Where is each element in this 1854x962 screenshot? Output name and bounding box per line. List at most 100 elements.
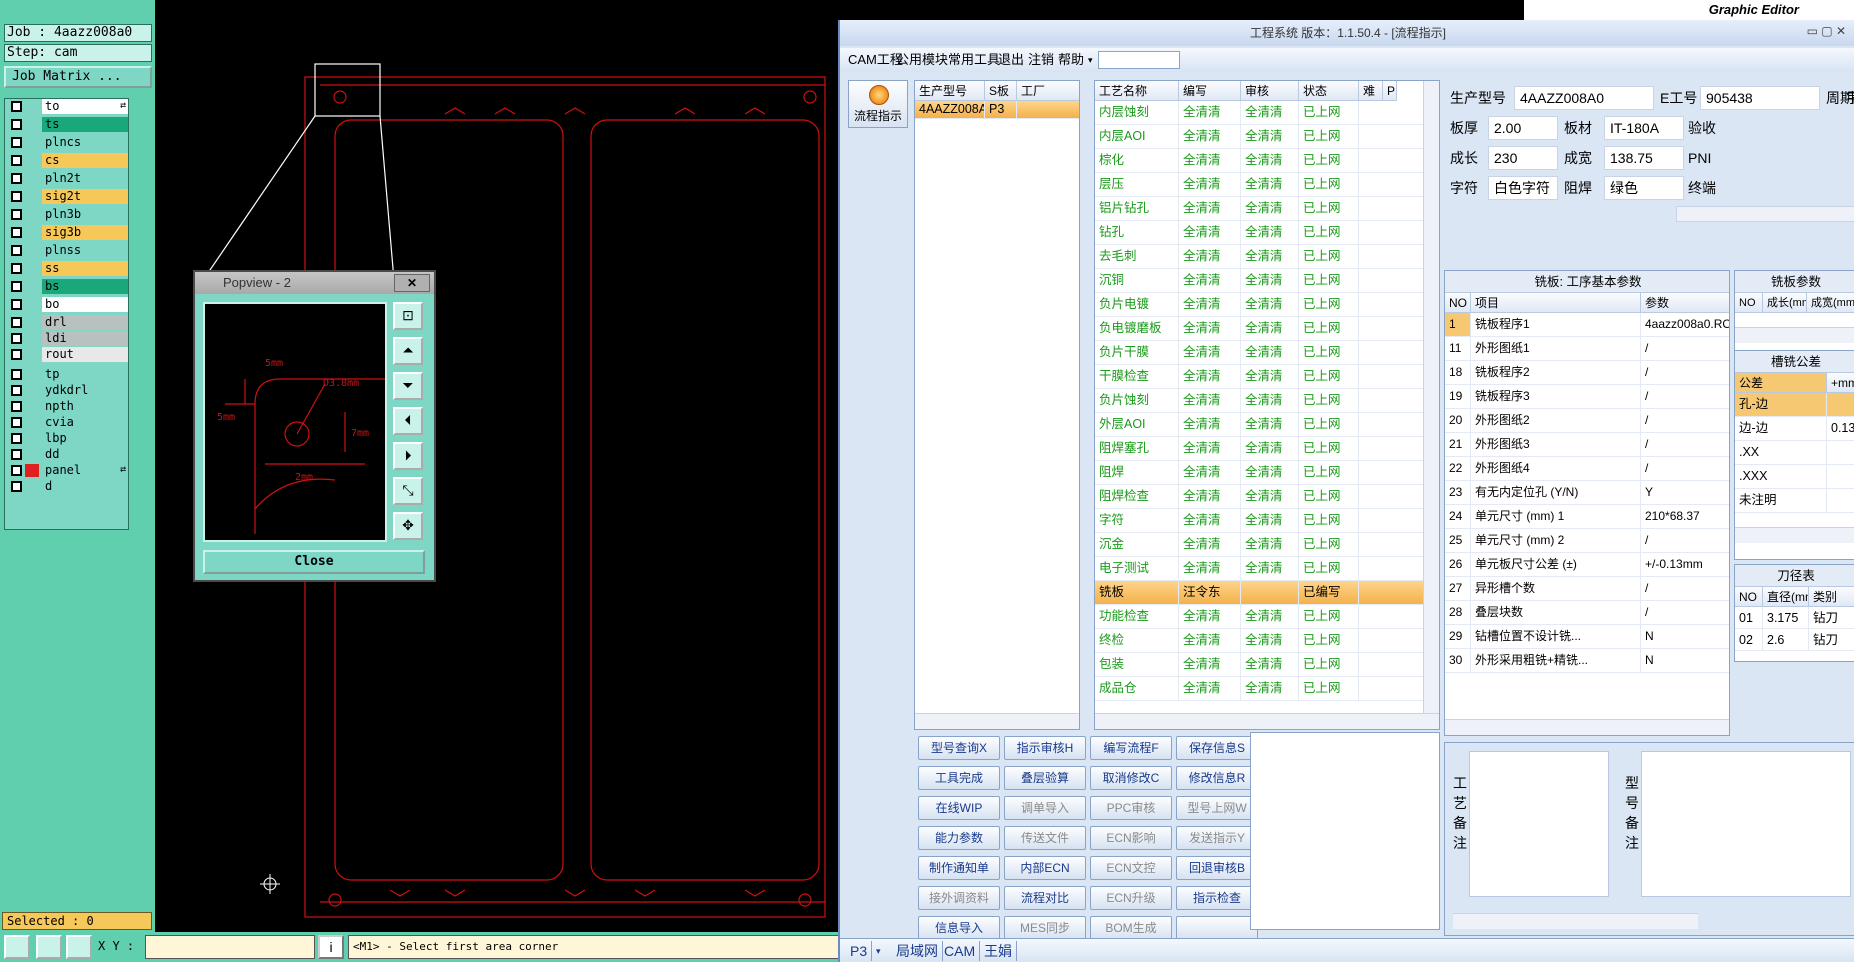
info-icon[interactable]: i [318, 935, 344, 959]
process-row[interactable]: 沉金 全清清 全清清 已上网 [1095, 533, 1439, 557]
menu-combo[interactable] [1098, 51, 1180, 69]
layer-row-plnss[interactable]: plnss [7, 243, 128, 258]
layer-row-rout[interactable]: rout [7, 347, 128, 362]
process-grid-header[interactable]: 状态 [1299, 81, 1359, 101]
action-button[interactable]: 型号查询X [918, 736, 1000, 760]
process-row[interactable]: 阻焊塞孔 全清清 全清清 已上网 [1095, 437, 1439, 461]
layer-row-d[interactable]: d [7, 479, 128, 494]
process-row[interactable]: 内层AOI 全清清 全清清 已上网 [1095, 125, 1439, 149]
mill-row[interactable]: 24 单元尺寸 (mm) 1 210*68.37 [1445, 505, 1729, 529]
action-button[interactable]: 修改信息R [1176, 766, 1258, 790]
close-icon[interactable]: ✕ [394, 274, 430, 292]
process-row[interactable]: 负电镀磨板 全清清 全清清 已上网 [1095, 317, 1439, 341]
process-row[interactable]: 负片干膜 全清清 全清清 已上网 [1095, 341, 1439, 365]
popview-viewport[interactable]: D3.8mm 5mm 7mm 2mm 5mm [203, 302, 387, 542]
layer-name[interactable]: panel ⇄ [42, 463, 128, 478]
process-row[interactable]: 成品仓 全清清 全清清 已上网 [1095, 677, 1439, 701]
info-value-eno[interactable]: 905438 [1700, 86, 1820, 110]
tab-dropdown-icon[interactable]: ▾ [872, 941, 885, 961]
process-grid-header[interactable]: 编写 [1179, 81, 1241, 101]
slot-row[interactable]: 孔-边 [1735, 393, 1854, 417]
layer-name[interactable]: lbp [42, 431, 128, 446]
action-button[interactable]: 制作通知单 [918, 856, 1000, 880]
pan-left-icon[interactable]: ⏴ [393, 407, 423, 435]
layer-name[interactable]: d [42, 479, 128, 494]
action-button[interactable]: 接外调资料 [918, 886, 1000, 910]
slot-header[interactable]: +mm [1827, 373, 1854, 393]
layer-checkbox[interactable] [11, 433, 22, 444]
process-row[interactable]: 外层AOI 全清清 全清清 已上网 [1095, 413, 1439, 437]
process-grid-header[interactable]: P [1383, 81, 1397, 101]
action-button[interactable]: PPC审核 [1090, 796, 1172, 820]
layer-checkbox[interactable] [11, 209, 22, 220]
process-row[interactable]: 负片电镀 全清清 全清清 已上网 [1095, 293, 1439, 317]
window-controls[interactable]: ▭ ▢ ✕ [1807, 24, 1846, 38]
info-value-model[interactable]: 4AAZZ008A0 [1514, 86, 1654, 110]
process-row[interactable]: 电子测试 全清清 全清清 已上网 [1095, 557, 1439, 581]
tab-0[interactable]: P3 [846, 941, 873, 961]
mill-row[interactable]: 18 铣板程序2/ [1445, 361, 1729, 385]
zoom-in-icon[interactable]: ✥ [393, 512, 423, 540]
layer-name[interactable]: to ⇄ [42, 99, 128, 114]
measure-tool-icon[interactable] [36, 935, 62, 959]
slot-row[interactable]: .XX [1735, 441, 1854, 465]
layer-checkbox[interactable] [11, 385, 22, 396]
layer-row-bo[interactable]: bo [7, 297, 128, 312]
layer-name[interactable]: tp [42, 367, 128, 382]
mill-row[interactable]: 19 铣板程序3/ [1445, 385, 1729, 409]
layer-checkbox[interactable] [11, 369, 22, 380]
menu-4[interactable]: 注销 [1028, 48, 1054, 72]
xy-input[interactable] [145, 935, 315, 959]
layer-name[interactable]: ts [42, 117, 128, 132]
info-value-wid[interactable]: 138.75 [1604, 146, 1684, 170]
layer-row-bs[interactable]: bs [7, 279, 128, 294]
mill-row[interactable]: 23 有无内定位孔 (Y/N) Y [1445, 481, 1729, 505]
layer-checkbox[interactable] [11, 401, 22, 412]
board-header[interactable]: 成宽(mm) [1807, 293, 1854, 313]
slot-hscroll[interactable] [1735, 527, 1854, 543]
action-button[interactable]: 信息导入 [918, 916, 1000, 940]
tab-3[interactable]: 王娟 [980, 941, 1017, 961]
tool-row[interactable]: 01 3.175 钻刀 [1735, 607, 1854, 629]
layer-row-dd[interactable]: dd [7, 447, 128, 462]
tab-2[interactable]: CAM [940, 941, 981, 961]
process-row[interactable]: 层压 全清清 全清清 已上网 [1095, 173, 1439, 197]
process-grid-header[interactable]: 审核 [1241, 81, 1299, 101]
layer-row-tp[interactable]: tp [7, 367, 128, 382]
layer-checkbox[interactable] [11, 227, 22, 238]
job-matrix-button[interactable]: Job Matrix ... [4, 66, 152, 88]
model-grid-header[interactable]: S板 [985, 81, 1017, 101]
grid-tool-icon[interactable] [66, 935, 92, 959]
process-grid-vscroll[interactable] [1423, 81, 1439, 713]
mill-header[interactable]: 项目 [1471, 293, 1641, 313]
layer-name[interactable]: bs [42, 279, 128, 294]
tool-header[interactable]: 直径(mm) [1763, 587, 1809, 607]
menu-3[interactable]: 退出 [998, 48, 1024, 72]
slot-header[interactable]: 公差 [1735, 373, 1827, 393]
model-grid-header[interactable]: 生产型号 [915, 81, 985, 101]
layer-row-plncs[interactable]: plncs [7, 135, 128, 150]
process-row[interactable]: 功能检查 全清清 全清清 已上网 [1095, 605, 1439, 629]
layer-row-lbp[interactable]: lbp [7, 431, 128, 446]
mill-row[interactable]: 21 外形图纸3/ [1445, 433, 1729, 457]
slot-row[interactable]: 边-边0.130 [1735, 417, 1854, 441]
layer-checkbox[interactable] [11, 101, 22, 112]
layer-checkbox[interactable] [11, 299, 22, 310]
process-grid-hscroll[interactable] [1095, 713, 1439, 729]
process-row[interactable]: 内层蚀刻 全清清 全清清 已上网 [1095, 101, 1439, 125]
process-row[interactable]: 棕化 全清清 全清清 已上网 [1095, 149, 1439, 173]
layer-row-drl[interactable]: drl [7, 315, 128, 330]
layer-checkbox[interactable] [11, 449, 22, 460]
action-button[interactable]: 能力参数 [918, 826, 1000, 850]
action-button[interactable]: 内部ECN [1004, 856, 1086, 880]
layer-checkbox[interactable] [11, 155, 22, 166]
menu-0[interactable]: CAM工程 [848, 48, 903, 72]
model-row[interactable]: 4AAZZ008A0P3 [915, 101, 1079, 119]
action-button[interactable]: ECN文控 [1090, 856, 1172, 880]
zoom-fit-icon[interactable]: ⊡ [393, 302, 423, 330]
action-button[interactable]: 编写流程F [1090, 736, 1172, 760]
process-row[interactable]: 阻焊检查 全清清 全清清 已上网 [1095, 485, 1439, 509]
mill-row[interactable]: 1铣板程序14aazz008a0.ROU [1445, 313, 1729, 337]
process-row[interactable]: 干膜检查 全清清 全清清 已上网 [1095, 365, 1439, 389]
info-value-mask[interactable]: 绿色 [1604, 176, 1684, 200]
